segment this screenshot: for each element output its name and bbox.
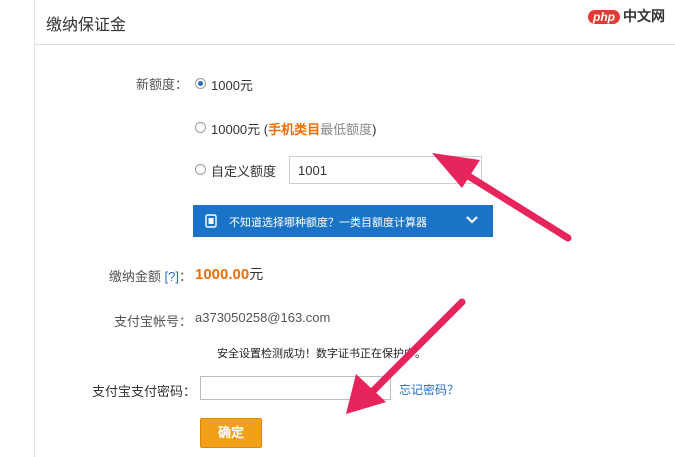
amount-display: 1000.00元 xyxy=(195,264,263,284)
amount-help-link[interactable]: [?] xyxy=(165,269,179,284)
option-10000-category: 手机类目 xyxy=(268,122,321,137)
radio-custom[interactable] xyxy=(195,164,206,175)
option-10000-min-note: 最低额度 xyxy=(320,122,373,137)
option-10000-amount: 10000元 ( xyxy=(211,122,269,137)
forgot-password-link[interactable]: 忘记密码？ xyxy=(399,381,459,398)
quota-label: 新额度： xyxy=(135,77,188,92)
radio-10000[interactable] xyxy=(195,122,206,133)
radio-1000[interactable] xyxy=(195,78,206,89)
quota-calculator-bar[interactable]: 不知道选择哪种额度？一类目额度计算器 xyxy=(193,205,493,237)
page-header: 缴纳保证金 php 中文网 xyxy=(34,0,675,45)
amount-colon: ： xyxy=(178,269,192,284)
calculator-icon xyxy=(205,214,217,228)
page-title: 缴纳保证金 xyxy=(46,17,127,34)
account-value: a373050258@163.com xyxy=(195,310,331,325)
chevron-down-icon[interactable] xyxy=(465,213,479,227)
option-10000-label[interactable]: 10000元 (手机类目最低额度) xyxy=(211,119,376,138)
confirm-button[interactable]: 确定 xyxy=(200,418,262,448)
custom-quota-input[interactable]: 1001 xyxy=(289,156,482,184)
account-label: 支付宝帐号： xyxy=(113,314,192,329)
amount-value: 1000.00 xyxy=(195,266,250,283)
option-custom-label[interactable]: 自定义额度 xyxy=(211,161,276,180)
watermark-badge: php xyxy=(588,10,620,24)
page: 缴纳保证金 php 中文网 新额度： 1000元 10000元 (手机类目最低额度… xyxy=(0,0,675,457)
amount-label-group: 缴纳金额 [?]： xyxy=(80,266,192,285)
watermark-text: 中文网 xyxy=(623,8,665,24)
option-1000-label[interactable]: 1000元 xyxy=(211,75,253,94)
payment-password-input[interactable] xyxy=(200,376,391,400)
amount-label: 缴纳金额 xyxy=(108,269,165,284)
option-10000-close-paren: ) xyxy=(372,122,377,137)
left-divider xyxy=(34,0,35,457)
quota-calculator-text: 不知道选择哪种额度？一类目额度计算器 xyxy=(229,217,427,229)
site-watermark: php 中文网 xyxy=(588,6,665,26)
password-label: 支付宝支付密码： xyxy=(91,384,196,399)
security-notice: 安全设置检测成功！数字证书正在保护中。 xyxy=(217,348,426,360)
amount-unit: 元 xyxy=(249,266,264,282)
